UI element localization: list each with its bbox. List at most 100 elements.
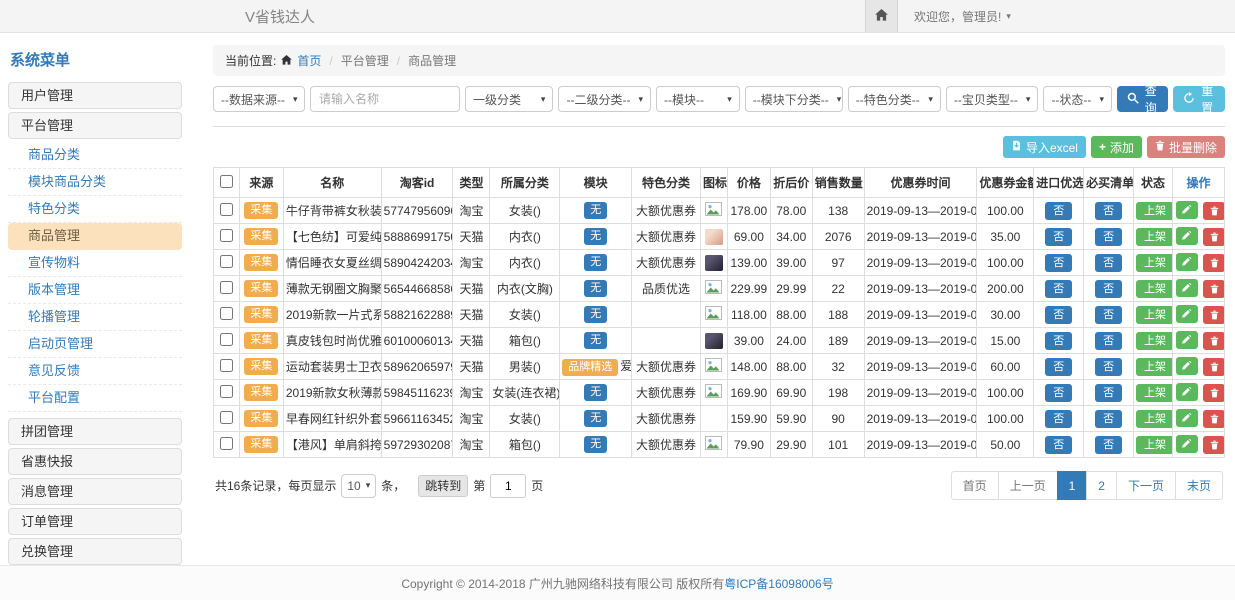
edit-button[interactable] xyxy=(1176,253,1198,271)
edit-button[interactable] xyxy=(1176,383,1198,401)
page-number-input[interactable] xyxy=(490,474,526,498)
feature-category-select[interactable]: --特色分类--▾ xyxy=(848,86,941,112)
module-subcategory-select[interactable]: --模块下分类--▾ xyxy=(745,86,843,112)
search-button[interactable]: 查询 xyxy=(1117,86,1169,112)
must-buy-toggle[interactable]: 否 xyxy=(1095,280,1122,298)
level1-category-select[interactable]: 一级分类▾ xyxy=(465,86,553,112)
edit-button[interactable] xyxy=(1176,409,1198,427)
pager-next[interactable]: 下一页 xyxy=(1116,471,1176,500)
sidebar-item-groupbuy-management[interactable]: 拼团管理 xyxy=(8,418,182,445)
status-button[interactable]: 上架 xyxy=(1136,436,1172,454)
sidebar-item-exchange-management[interactable]: 兑换管理 xyxy=(8,538,182,565)
status-button[interactable]: 上架 xyxy=(1136,254,1172,272)
breadcrumb-home-link[interactable]: 首页 xyxy=(297,52,321,69)
home-button[interactable] xyxy=(865,0,898,32)
edit-button[interactable] xyxy=(1176,227,1198,245)
sidebar-item-user-management[interactable]: 用户管理 xyxy=(8,82,182,109)
status-button[interactable]: 上架 xyxy=(1136,358,1172,376)
data-source-select[interactable]: --数据来源--▾ xyxy=(213,86,305,112)
level2-category-select[interactable]: --二级分类--▾ xyxy=(558,86,651,112)
pager-prev[interactable]: 上一页 xyxy=(998,471,1058,500)
row-checkbox[interactable] xyxy=(220,359,233,372)
batch-delete-button[interactable]: 批量删除 xyxy=(1147,136,1225,158)
delete-button[interactable] xyxy=(1203,306,1224,324)
import-select-toggle[interactable]: 否 xyxy=(1045,254,1072,272)
sidebar-item-platform-management[interactable]: 平台管理 xyxy=(8,112,182,139)
delete-button[interactable] xyxy=(1203,410,1224,428)
row-checkbox[interactable] xyxy=(220,385,233,398)
status-button[interactable]: 上架 xyxy=(1136,228,1172,246)
name-search-input[interactable] xyxy=(310,86,460,112)
delete-button[interactable] xyxy=(1203,254,1224,272)
sidebar-item-platform-config[interactable]: 平台配置 xyxy=(8,385,182,412)
icp-link[interactable]: 粤ICP备16098006号 xyxy=(724,575,833,592)
import-select-toggle[interactable]: 否 xyxy=(1045,202,1072,220)
select-all-checkbox[interactable] xyxy=(220,175,233,188)
row-checkbox[interactable] xyxy=(220,333,233,346)
status-select[interactable]: --状态--▾ xyxy=(1043,86,1112,112)
import-select-toggle[interactable]: 否 xyxy=(1045,228,1072,246)
must-buy-toggle[interactable]: 否 xyxy=(1095,436,1122,454)
must-buy-toggle[interactable]: 否 xyxy=(1095,306,1122,324)
status-button[interactable]: 上架 xyxy=(1136,202,1172,220)
status-button[interactable]: 上架 xyxy=(1136,280,1172,298)
delete-button[interactable] xyxy=(1203,202,1224,220)
sidebar-item-saving-express[interactable]: 省惠快报 xyxy=(8,448,182,475)
item-type-select[interactable]: --宝贝类型--▾ xyxy=(946,86,1039,112)
pager-page-1[interactable]: 1 xyxy=(1057,471,1088,500)
pager-last[interactable]: 末页 xyxy=(1175,471,1223,500)
user-menu[interactable]: 欢迎您，管理员! ▾ xyxy=(914,8,1011,25)
must-buy-toggle[interactable]: 否 xyxy=(1095,410,1122,428)
import-select-toggle[interactable]: 否 xyxy=(1045,306,1072,324)
import-select-toggle[interactable]: 否 xyxy=(1045,358,1072,376)
sidebar-item-promo-materials[interactable]: 宣传物料 xyxy=(8,250,182,277)
per-page-select[interactable]: 10 ▾ xyxy=(341,474,376,498)
row-checkbox[interactable] xyxy=(220,281,233,294)
edit-button[interactable] xyxy=(1176,357,1198,375)
delete-button[interactable] xyxy=(1203,358,1224,376)
must-buy-toggle[interactable]: 否 xyxy=(1095,228,1122,246)
edit-button[interactable] xyxy=(1176,279,1198,297)
sidebar-item-product-management[interactable]: 商品管理 xyxy=(8,223,182,250)
row-checkbox[interactable] xyxy=(220,437,233,450)
row-checkbox[interactable] xyxy=(220,255,233,268)
must-buy-toggle[interactable]: 否 xyxy=(1095,202,1122,220)
row-checkbox[interactable] xyxy=(220,229,233,242)
status-button[interactable]: 上架 xyxy=(1136,332,1172,350)
reset-button[interactable]: 重置 xyxy=(1173,86,1225,112)
module-select[interactable]: --模块--▾ xyxy=(656,86,740,112)
edit-button[interactable] xyxy=(1176,201,1198,219)
row-checkbox[interactable] xyxy=(220,307,233,320)
must-buy-toggle[interactable]: 否 xyxy=(1095,254,1122,272)
import-select-toggle[interactable]: 否 xyxy=(1045,384,1072,402)
edit-button[interactable] xyxy=(1176,435,1198,453)
import-excel-button[interactable]: 导入excel xyxy=(1003,136,1086,158)
must-buy-toggle[interactable]: 否 xyxy=(1095,358,1122,376)
add-button[interactable]: + 添加 xyxy=(1091,136,1142,158)
delete-button[interactable] xyxy=(1203,228,1224,246)
sidebar-item-feedback[interactable]: 意见反馈 xyxy=(8,358,182,385)
pager-page-2[interactable]: 2 xyxy=(1086,471,1117,500)
sidebar-item-product-category[interactable]: 商品分类 xyxy=(8,142,182,169)
pager-first[interactable]: 首页 xyxy=(951,471,999,500)
import-select-toggle[interactable]: 否 xyxy=(1045,410,1072,428)
delete-button[interactable] xyxy=(1203,384,1224,402)
row-checkbox[interactable] xyxy=(220,411,233,424)
sidebar-item-order-management[interactable]: 订单管理 xyxy=(8,508,182,535)
sidebar-item-splash-management[interactable]: 启动页管理 xyxy=(8,331,182,358)
delete-button[interactable] xyxy=(1203,332,1224,350)
delete-button[interactable] xyxy=(1203,280,1224,298)
sidebar-item-feature-category[interactable]: 特色分类 xyxy=(8,196,182,223)
import-select-toggle[interactable]: 否 xyxy=(1045,332,1072,350)
status-button[interactable]: 上架 xyxy=(1136,410,1172,428)
import-select-toggle[interactable]: 否 xyxy=(1045,436,1072,454)
edit-button[interactable] xyxy=(1176,305,1198,323)
sidebar-item-carousel-management[interactable]: 轮播管理 xyxy=(8,304,182,331)
sidebar-item-module-product-category[interactable]: 模块商品分类 xyxy=(8,169,182,196)
delete-button[interactable] xyxy=(1203,436,1224,454)
import-select-toggle[interactable]: 否 xyxy=(1045,280,1072,298)
must-buy-toggle[interactable]: 否 xyxy=(1095,332,1122,350)
sidebar-item-message-management[interactable]: 消息管理 xyxy=(8,478,182,505)
edit-button[interactable] xyxy=(1176,331,1198,349)
row-checkbox[interactable] xyxy=(220,203,233,216)
